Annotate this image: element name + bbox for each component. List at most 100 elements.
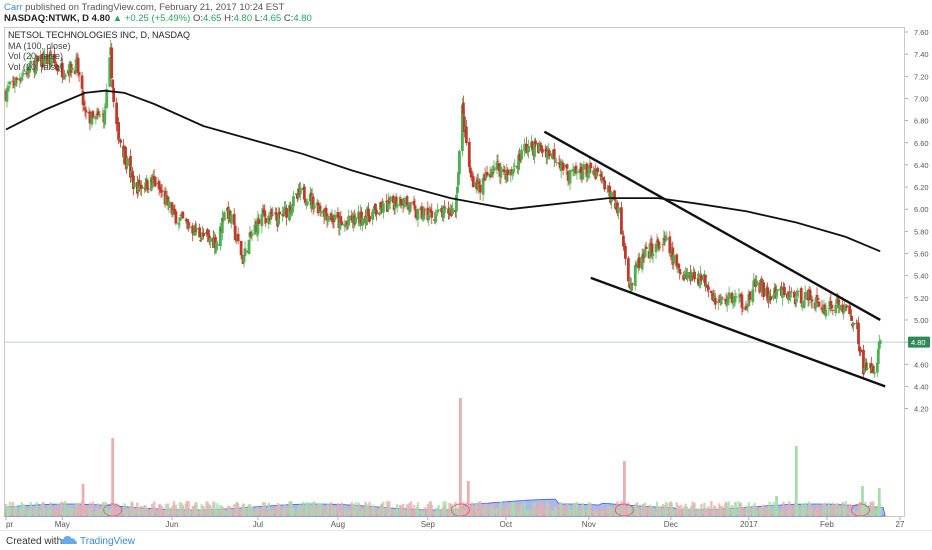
ma-100-line (5, 89, 881, 253)
candle-body (340, 221, 344, 225)
candle-body (236, 233, 240, 242)
candle-body (788, 292, 792, 298)
volume-bar (548, 502, 551, 516)
candle-body (617, 207, 620, 213)
volume-bar (368, 501, 371, 516)
volume-bar (416, 502, 420, 516)
candle-body (589, 162, 593, 168)
volume-bar (658, 506, 662, 516)
candle-body (637, 257, 641, 268)
candle-body (423, 209, 427, 211)
volume-bar (347, 509, 350, 516)
candle-body (834, 304, 838, 314)
candle-body (84, 110, 88, 113)
axis-layer: 7.60 7.40 7.20 7.00 6.80 6.60 6.40 6.20 6.00 5.80… (5, 28, 930, 529)
volume-bar (679, 504, 682, 516)
volume-bar (783, 509, 786, 516)
candle-body (630, 283, 634, 285)
candle-body (693, 271, 696, 280)
y-tick-label: 4.60 (914, 360, 929, 369)
candle-body (506, 169, 510, 176)
candle-body (859, 348, 862, 353)
candle-body (658, 246, 662, 248)
volume-bar (326, 503, 330, 516)
candle-body (810, 299, 814, 302)
legend-vol-2[interactable]: Vol (20, false) (8, 62, 190, 73)
volume-bar (202, 505, 205, 516)
candle-body (852, 322, 855, 326)
candle-body (139, 184, 143, 189)
y-tick-label: 6.20 (914, 183, 929, 192)
volume-bar (195, 502, 198, 516)
candle-layer (4, 39, 882, 378)
volume-bar (810, 506, 814, 516)
x-tick-label: Aug (331, 520, 345, 529)
x-tick-label: pr (6, 520, 13, 529)
candle-body (830, 304, 834, 309)
candle-body (215, 243, 219, 246)
volume-bar (492, 507, 496, 516)
ma-layer (5, 89, 881, 253)
footer: Created with TradingView (0, 530, 932, 550)
candle-body (8, 81, 12, 85)
candle-body (13, 85, 17, 87)
volume-bar (444, 501, 447, 516)
candle-body (243, 248, 247, 256)
y-tick-label: 4.40 (914, 382, 929, 391)
volume-bar (409, 501, 413, 516)
candle-body (105, 89, 109, 108)
candle-body (229, 214, 233, 224)
last-price-tag: 4.80 (908, 336, 930, 348)
candle-body (222, 212, 226, 221)
candle-body (195, 228, 199, 230)
candle-body (388, 196, 392, 202)
candle-body (816, 298, 820, 300)
legend-vol-1[interactable]: Vol (20, false) (8, 51, 190, 62)
volume-bar (140, 505, 143, 516)
candle-body (783, 286, 786, 295)
candle-body (734, 296, 738, 298)
footer-created-with: Created with (6, 536, 63, 547)
candle-body (623, 245, 627, 259)
price-tag-label: 4.80 (911, 338, 926, 347)
candle-body (368, 215, 371, 222)
candle-body (492, 167, 496, 172)
candle-body (402, 198, 406, 208)
x-tick-label: Sep (421, 520, 436, 529)
candle-body (541, 148, 544, 153)
volume-bar (147, 510, 150, 516)
candle-body (824, 309, 828, 317)
candle-body (534, 140, 537, 145)
legend-ma[interactable]: MA (100, close) (8, 41, 190, 52)
candle-body (751, 289, 755, 303)
volume-bar (478, 501, 482, 516)
trendline-2 (590, 276, 886, 388)
candle-body (98, 115, 102, 117)
candle-body (672, 255, 676, 264)
candle-body (568, 169, 572, 184)
candle-body (838, 305, 842, 311)
volume-bar (790, 505, 793, 516)
volume-bar (762, 504, 765, 516)
footer-brand-link[interactable]: TradingView (80, 536, 135, 547)
volume-bar (423, 507, 427, 516)
candle-body (796, 290, 800, 292)
volume-bar (873, 507, 876, 516)
candle-body (815, 294, 819, 298)
candle-body (361, 218, 365, 226)
candle-body (620, 207, 623, 235)
volume-bar (230, 510, 233, 516)
y-tick-label: 5.80 (914, 227, 929, 236)
candle-body (347, 215, 351, 226)
candle-body (499, 166, 503, 178)
price-chart[interactable]: 7.60 7.40 7.20 7.00 6.80 6.60 6.40 6.20 6.00 5.80… (0, 0, 932, 530)
candle-body (485, 171, 489, 176)
candle-body (866, 368, 869, 369)
volume-bar (64, 501, 67, 516)
volume-bar (561, 506, 565, 516)
x-tick-label: Jul (253, 520, 263, 529)
y-tick-label: 6.60 (914, 139, 929, 148)
candle-body (575, 171, 579, 173)
volume-bar (160, 505, 164, 516)
candle-body (706, 286, 710, 291)
